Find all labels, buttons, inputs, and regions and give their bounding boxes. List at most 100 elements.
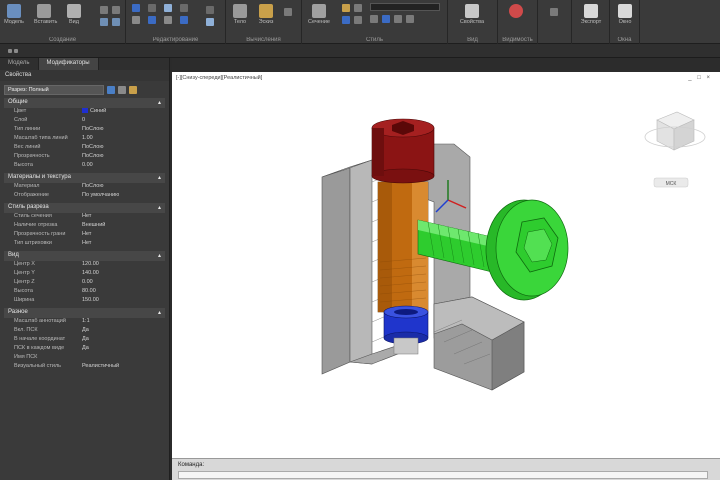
property-row[interactable]: Цвет Синий [4,108,165,117]
select-objects-icon[interactable] [107,85,115,94]
property-row[interactable]: Визуальный стиль Реалистичный [4,363,165,372]
edit-icon[interactable] [132,16,140,24]
viewcube[interactable] [644,111,706,151]
property-row[interactable]: Наличие отрезка Внешний [4,222,165,231]
property-value[interactable]: 80.00 [82,288,165,297]
tab-model[interactable]: Модель [0,58,39,70]
property-value[interactable]: 0 [82,117,165,126]
section-header[interactable]: Общие ▴ [4,98,165,108]
property-value[interactable]: ПоСлою [82,183,165,192]
property-value[interactable]: Да [82,336,165,345]
property-value[interactable]: Нет [82,213,165,222]
property-value[interactable]: Нет [82,231,165,240]
edit-icon[interactable] [148,4,156,12]
object-selector[interactable]: Разрез: Полный [4,84,104,95]
property-row[interactable]: Высота 0.00 [4,162,165,171]
tool-icon[interactable] [100,18,108,26]
tool-icon[interactable] [100,6,108,14]
tab-modifiers[interactable]: Модификаторы [38,58,99,70]
property-row[interactable]: Отображение По умолчанию [4,192,165,201]
style-icon[interactable] [342,16,350,24]
property-row[interactable]: Масштаб аннотаций 1:1 [4,318,165,327]
tool-icon[interactable] [112,6,120,14]
style-icon[interactable] [406,15,414,23]
collapse-icon[interactable]: ▴ [158,309,161,317]
property-row[interactable]: Центр X 120.00 [4,261,165,270]
style-icon[interactable] [354,4,362,12]
property-row[interactable]: Вес линий ПоСлою [4,144,165,153]
property-value[interactable]: Да [82,327,165,336]
style-icon[interactable] [354,16,362,24]
property-row[interactable]: Тип линии ПоСлою [4,126,165,135]
property-row[interactable]: В начале координат Да [4,336,165,345]
property-value[interactable]: По умолчанию [82,192,165,201]
section-button[interactable]: Сечение [304,2,334,25]
edit-icon[interactable] [148,16,156,24]
section-header[interactable]: Вид ▴ [4,251,165,261]
section-header[interactable]: Стиль разреза ▴ [4,203,165,213]
property-value[interactable]: 1.00 [82,135,165,144]
insert-button[interactable]: Вставить [34,2,57,25]
property-value[interactable]: 120.00 [82,261,165,270]
property-row[interactable]: Стиль сечения Нет [4,213,165,222]
section-header[interactable]: Материалы и текстура ▴ [4,173,165,183]
property-row[interactable]: Высота 80.00 [4,288,165,297]
section-header[interactable]: Разное ▴ [4,308,165,318]
edit-icon[interactable] [206,6,214,14]
property-value[interactable]: ПоСлою [82,153,165,162]
style-dropdown[interactable] [370,3,440,11]
collapse-icon[interactable]: ▴ [158,252,161,260]
quick-select-icon[interactable] [118,85,126,94]
visibility-button[interactable] [506,2,526,19]
command-input[interactable] [178,471,708,479]
collapse-icon[interactable]: ▴ [158,174,161,182]
property-row[interactable]: Слой 0 [4,117,165,126]
bolt-head[interactable] [371,118,435,184]
property-row[interactable]: Тип штриховки Нет [4,240,165,249]
property-value[interactable]: 0.00 [82,279,165,288]
export-button[interactable]: Экспорт [578,2,604,25]
view-button[interactable]: Вид [64,2,84,25]
collapse-icon[interactable]: ▴ [158,204,161,212]
property-value[interactable]: Синий [82,108,165,117]
window-button[interactable]: Окно [614,2,636,25]
property-row[interactable]: Масштаб типа линий 1.00 [4,135,165,144]
property-row[interactable]: Материал ПоСлою [4,183,165,192]
collapse-icon[interactable]: ▴ [158,99,161,107]
style-icon[interactable] [382,15,390,23]
property-value[interactable]: 150.00 [82,297,165,306]
property-row[interactable]: Вкл. ПСК Да [4,327,165,336]
property-value[interactable]: Да [82,345,165,354]
lock-washer[interactable] [383,305,429,355]
property-value[interactable] [82,354,165,363]
property-value[interactable]: 0.00 [82,162,165,171]
edit-icon[interactable] [164,4,172,12]
property-value[interactable]: Нет [82,240,165,249]
property-row[interactable]: Центр Z 0.00 [4,279,165,288]
properties-button[interactable]: Свойства [454,2,490,25]
property-value[interactable]: Внешний [82,222,165,231]
style-icon[interactable] [394,15,402,23]
property-row[interactable]: ПСК в каждом виде Да [4,345,165,354]
filter-icon[interactable] [129,85,137,94]
sketch-button[interactable]: Эскиз [256,2,276,25]
model-button[interactable]: Модель [4,2,24,25]
edit-icon[interactable] [206,18,214,26]
property-row[interactable]: Прозрачность грани Нет [4,231,165,240]
property-value[interactable]: ПоСлою [82,126,165,135]
model-viewport[interactable]: [-][Снизу-спереди][Реалистичный] _ □ × М… [172,72,720,458]
property-value[interactable]: Реалистичный [82,363,165,372]
edit-icon[interactable] [164,16,172,24]
property-row[interactable]: Ширина 150.00 [4,297,165,306]
body-button[interactable]: Тело [230,2,250,25]
style-icon[interactable] [370,15,378,23]
edit-icon[interactable] [180,4,188,12]
edit-icon[interactable] [132,4,140,12]
property-value[interactable]: 1:1 [82,318,165,327]
property-row[interactable]: Прозрачность ПоСлою [4,153,165,162]
edit-icon[interactable] [180,16,188,24]
property-row[interactable]: Имя ПСК [4,354,165,363]
property-value[interactable]: 140.00 [82,270,165,279]
property-value[interactable]: ПоСлою [82,144,165,153]
style-icon[interactable] [342,4,350,12]
